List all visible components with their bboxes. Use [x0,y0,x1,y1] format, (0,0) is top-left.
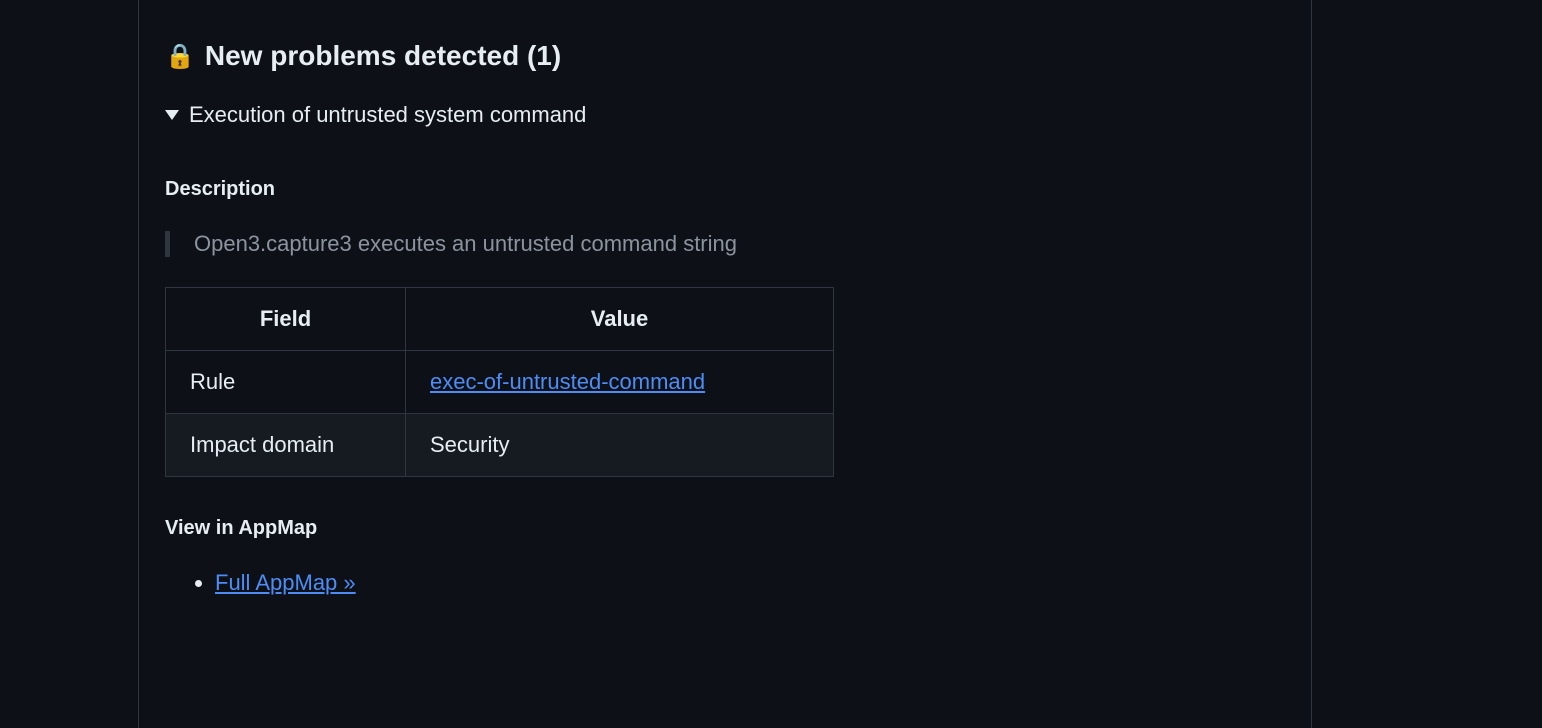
description-heading: Description [165,178,1285,231]
cell-field: Impact domain [166,414,406,477]
problem-details-table: Field Value Rule exec-of-untrusted-comma… [165,287,834,477]
table-header-value: Value [406,288,834,351]
lock-icon: 🔒 [165,42,195,71]
full-appmap-link[interactable]: Full AppMap » [215,570,356,595]
description-text: Open3.capture3 executes an untrusted com… [165,231,1285,257]
rule-link[interactable]: exec-of-untrusted-command [430,369,705,394]
problems-title-text: New problems detected (1) [205,40,561,72]
cell-field: Rule [166,351,406,414]
problem-summary: Execution of untrusted system command [189,102,586,128]
table-header-field: Field [166,288,406,351]
view-in-appmap-heading: View in AppMap [165,517,1285,570]
table-row: Impact domain Security [166,414,834,477]
problem-toggle[interactable]: Execution of untrusted system command [165,102,1285,178]
list-item: Full AppMap » [215,570,1285,596]
problems-section-title: 🔒 New problems detected (1) [165,0,1285,102]
appmap-links-list: Full AppMap » [165,570,1285,596]
cell-value: Security [406,414,834,477]
table-row: Rule exec-of-untrusted-command [166,351,834,414]
cell-value: exec-of-untrusted-command [406,351,834,414]
caret-down-icon [165,110,179,120]
